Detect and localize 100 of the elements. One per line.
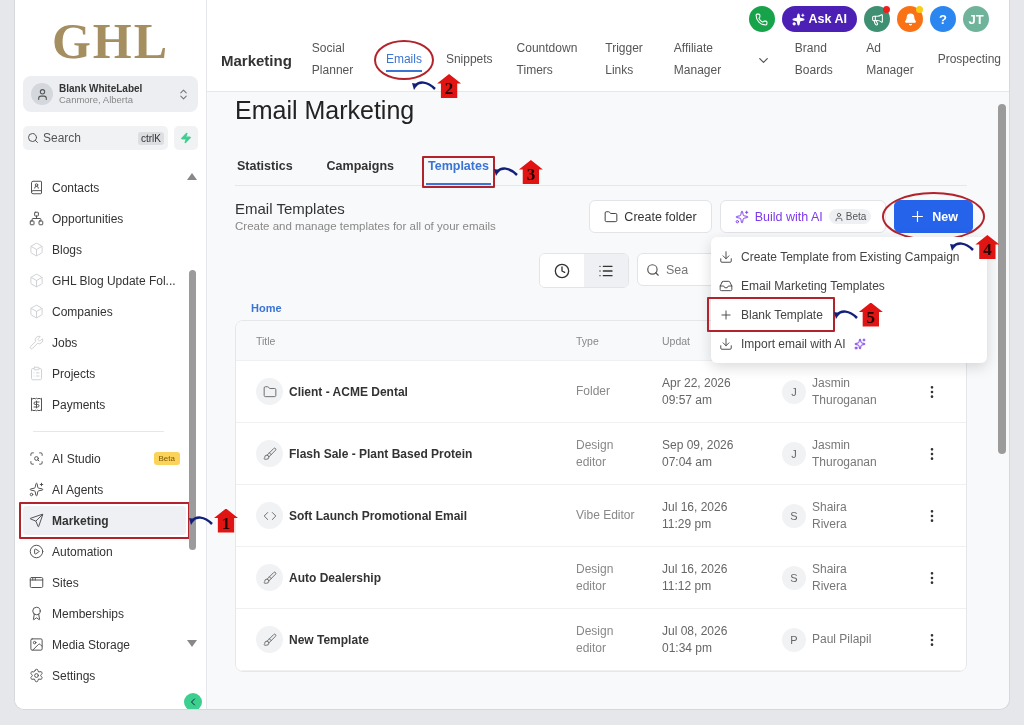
sidebar-item[interactable]: Blogs (23, 235, 186, 264)
beta-badge: Beta (828, 209, 872, 224)
author-initial: J (782, 379, 806, 404)
build-with-ai-button[interactable]: Build with AI Beta (719, 200, 887, 233)
sidebar-item[interactable]: Payments (23, 390, 186, 419)
tab[interactable]: Statistics (235, 159, 295, 185)
bolt-icon (180, 132, 192, 144)
section-title: Marketing (221, 51, 292, 69)
nav-tab[interactable]: Brand Boards (794, 37, 843, 83)
announcements-button[interactable] (864, 6, 890, 32)
award-icon (29, 606, 44, 621)
section-heading: Email Templates (235, 200, 346, 217)
template-title[interactable]: Client - ACME Dental (289, 384, 408, 399)
updated-cell: Jul 16, 2026 11:12 pm (662, 560, 728, 595)
tab[interactable]: Campaigns (324, 159, 396, 185)
phone-icon (755, 12, 769, 26)
template-title[interactable]: New Template (289, 632, 369, 647)
author-initial: P (782, 627, 806, 652)
account-switcher[interactable]: Blank WhiteLabel Canmore, Alberta (23, 76, 198, 112)
sidebar-item[interactable]: Marketing (23, 506, 186, 535)
inbox-icon (719, 278, 733, 293)
logo: GHL (50, 12, 171, 71)
collapse-button[interactable] (184, 693, 202, 709)
step-number: 1 (214, 508, 238, 533)
updated-cell: Jul 16, 2026 11:29 pm (662, 498, 728, 533)
search-placeholder: Search (43, 131, 82, 145)
sidebar-item[interactable]: Contacts (23, 173, 186, 202)
create-folder-button[interactable]: Create folder (589, 200, 712, 233)
search-field[interactable]: Search ctrlK (23, 126, 168, 150)
type-cell-text: Design editor (576, 436, 615, 471)
scrollbar-thumb[interactable] (188, 270, 196, 550)
sparkles-icon (734, 209, 749, 224)
menu-item[interactable]: Blank Template (711, 300, 831, 329)
search-icon (27, 132, 39, 144)
clock-icon (554, 262, 570, 279)
phone-button[interactable] (748, 6, 775, 32)
nav-tab[interactable]: Prospecting (937, 48, 1001, 72)
author-initial: S (782, 565, 806, 590)
author-name: Jasmin Thuroganan (812, 374, 877, 409)
author-initial: S (782, 503, 806, 528)
shortcut-key: ctrlK (138, 131, 164, 145)
scrollbar-thumb[interactable] (998, 104, 1006, 454)
nav-tab[interactable]: Emails (385, 48, 422, 72)
sidebar-item[interactable]: AI Agents (23, 475, 186, 504)
updated-cell: Apr 22, 2026 09:57 am (662, 374, 731, 409)
new-button[interactable]: New (894, 200, 973, 233)
scroll-down-icon[interactable] (187, 640, 197, 648)
template-title[interactable]: Flash Sale - Plant Based Protein (289, 446, 473, 461)
sidebar-item[interactable]: GHL Blog Update Fol... (23, 266, 186, 295)
nav-tab[interactable]: Ad Manager (866, 37, 914, 83)
scroll-up-icon[interactable] (187, 172, 197, 180)
sidebar-item[interactable]: AI Studio Beta (23, 444, 186, 473)
sidebar-item[interactable]: Media Storage (23, 630, 186, 659)
quick-action-button[interactable] (174, 126, 198, 150)
nav-tab[interactable]: Affiliate Manager (673, 37, 732, 83)
download-icon (719, 249, 733, 264)
sidebar-item[interactable]: Projects (23, 359, 186, 388)
type-cell-text: Design editor (576, 622, 615, 657)
sidebar-item[interactable]: Automation (23, 537, 186, 566)
nav-tab[interactable]: Countdown Timers (516, 37, 582, 83)
clipboard-icon (29, 366, 44, 381)
address-book-icon (29, 180, 44, 195)
notifications-button[interactable] (897, 6, 923, 32)
ask-ai-button[interactable]: Ask AI (781, 6, 857, 32)
browser-window-icon (29, 575, 44, 590)
cube-icon (29, 242, 44, 257)
author-initial: J (782, 441, 806, 466)
menu-item[interactable]: Import email with AI (711, 329, 874, 358)
type-cell-text: Design editor (576, 560, 615, 595)
template-title[interactable]: Auto Dealership (289, 570, 381, 585)
nav-tab[interactable]: Snippets (445, 48, 493, 72)
menu-item[interactable]: Create Template from Existing Campaign (711, 242, 968, 271)
nav-tab[interactable]: Social Planner (311, 37, 362, 83)
folder-icon (262, 384, 277, 399)
sidebar-item[interactable]: Memberships (23, 599, 186, 628)
brush-icon (262, 632, 277, 647)
step-number: 2 (437, 74, 462, 98)
tab[interactable]: Templates (426, 159, 491, 185)
menu-item[interactable]: Email Marketing Templates (711, 271, 893, 300)
nav-tab[interactable]: Trigger Links (605, 37, 650, 83)
download-icon (719, 336, 733, 351)
sidebar-item[interactable]: Jobs (23, 328, 186, 357)
step-number: 5 (858, 302, 883, 327)
sidebar-item[interactable]: Settings (23, 661, 186, 690)
list-view-button[interactable] (584, 254, 628, 287)
type-cell-text: Folder (576, 383, 611, 400)
brush-icon (262, 446, 277, 461)
type-cell: Vibe Editor (576, 507, 636, 524)
author-name: Shaira Rivera (812, 560, 847, 595)
section-description: Create and manage templates for all of your emails (235, 220, 496, 232)
step-number: 3 (518, 160, 543, 184)
sidebar-item[interactable]: Companies (23, 297, 186, 326)
help-button[interactable]: ? (930, 6, 956, 32)
megaphone-icon (870, 12, 884, 26)
sidebar-item[interactable]: Opportunities (23, 204, 186, 233)
sidebar-item[interactable]: Sites (23, 568, 186, 597)
column-header: Title (256, 334, 276, 347)
page-title: Email Marketing (235, 96, 416, 125)
template-title[interactable]: Soft Launch Promotional Email (289, 508, 467, 523)
sparkles-icon (791, 12, 805, 26)
